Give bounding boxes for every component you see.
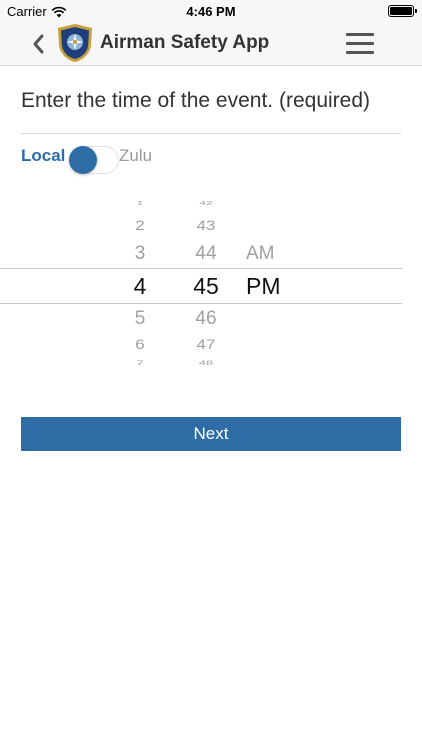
hamburger-menu-icon-bar <box>346 32 374 36</box>
hour-option: 1 <box>136 199 144 207</box>
time-picker: 1 2 3 4 5 6 7 42 43 44 45 46 47 48 AM PM <box>0 192 422 372</box>
minute-option: 47 <box>196 337 216 353</box>
back-button[interactable] <box>26 30 50 58</box>
minute-option: 44 <box>195 243 217 264</box>
minute-option: 46 <box>195 308 217 329</box>
hour-option: 2 <box>135 218 145 234</box>
am-pm-wheel[interactable]: AM PM <box>246 192 296 372</box>
time-mode-toggle-row: Local Zulu <box>21 142 221 174</box>
hamburger-menu-icon-bar <box>346 50 374 54</box>
hour-wheel[interactable]: 1 2 3 4 5 6 7 <box>118 192 162 372</box>
hour-option: 5 <box>134 308 146 329</box>
pm-option-selected: PM <box>246 273 281 299</box>
battery-icon <box>388 5 417 17</box>
zulu-label: Zulu <box>119 146 153 165</box>
switch-knob <box>69 146 97 174</box>
navigation-bar: Airman Safety App <box>0 22 422 66</box>
app-title: Airman Safety App <box>100 32 270 53</box>
hour-option: 7 <box>136 358 144 367</box>
status-time: 4:46 PM <box>186 4 236 19</box>
question-label: Enter the time of the event. (required) <box>21 89 371 112</box>
am-option: AM <box>246 243 275 264</box>
hamburger-menu-button[interactable] <box>346 28 374 58</box>
minute-option-selected: 45 <box>193 273 219 299</box>
local-label: Local <box>21 146 66 165</box>
status-bar: Carrier 4:46 PM <box>0 0 422 22</box>
local-zulu-switch[interactable] <box>69 146 119 174</box>
minute-option: 48 <box>198 358 214 367</box>
minute-option: 43 <box>196 218 216 234</box>
hour-option-selected: 4 <box>133 273 147 299</box>
air-force-shield-logo <box>58 24 92 62</box>
minute-option: 42 <box>199 199 213 207</box>
minute-wheel[interactable]: 42 43 44 45 46 47 48 <box>180 192 232 372</box>
chevron-left-icon <box>33 34 44 54</box>
divider <box>21 133 401 134</box>
hour-option: 3 <box>134 243 146 264</box>
hour-option: 6 <box>135 337 145 353</box>
hamburger-menu-icon-bar <box>346 41 374 45</box>
next-button[interactable]: Next <box>21 417 401 451</box>
